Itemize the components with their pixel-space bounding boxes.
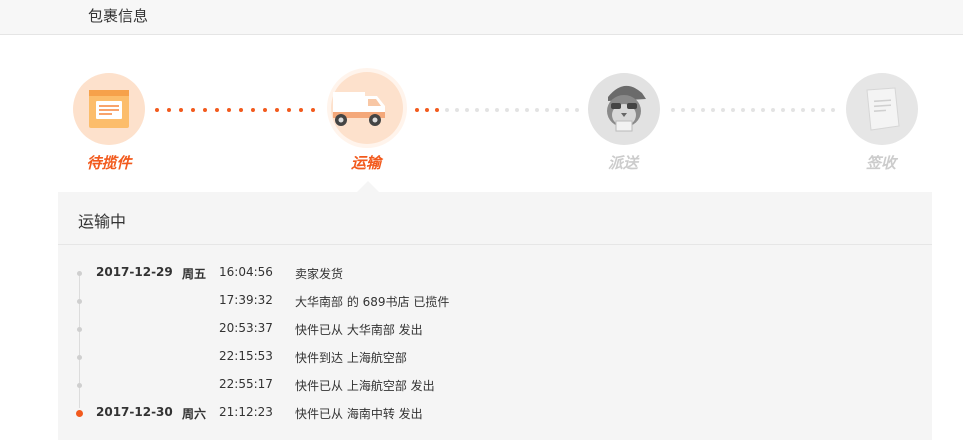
timeline-desc: 快件到达 上海航空部 — [295, 351, 407, 365]
step-label-signed: 签收 — [865, 154, 896, 172]
panel-header: 运输中 — [58, 192, 932, 245]
package-icon — [89, 90, 129, 128]
timeline-row: 22:55:17 快件已从 上海航空部 发出 — [0, 377, 963, 405]
step-signed — [846, 73, 918, 145]
progress-dots-2 — [415, 108, 585, 112]
step-label-delivery: 派送 — [607, 154, 638, 172]
panel-title: 运输中 — [78, 212, 127, 231]
truck-icon — [333, 92, 385, 126]
document-icon — [866, 87, 900, 131]
timeline-dot — [77, 355, 82, 360]
timeline-row: 20:53:37 快件已从 大华南部 发出 — [0, 321, 963, 349]
step-label-pickup: 待揽件 — [86, 154, 132, 172]
progress-dots-1 — [155, 108, 325, 112]
timeline-time: 21:12:23 — [219, 405, 273, 419]
timeline-dot-current — [76, 410, 83, 417]
timeline-weekday: 周六 — [182, 407, 207, 421]
panel-pointer — [357, 181, 379, 192]
package-tracking-page: 包裹信息 待揽件 运输 派送 签收 运输中 2017-12-29 周五 16:0… — [0, 0, 963, 440]
timeline-dot — [77, 271, 82, 276]
step-pending-pickup — [73, 73, 145, 145]
timeline-desc: 快件已从 大华南部 发出 — [295, 323, 423, 337]
timeline-row-current: 2017-12-30 周六 21:12:23 快件已从 海南中转 发出 — [0, 405, 963, 433]
progress-dots-3 — [671, 108, 841, 112]
timeline-row: 22:15:53 快件到达 上海航空部 — [0, 349, 963, 377]
timeline-date: 2017-12-30 — [96, 405, 173, 419]
timeline-time: 22:55:17 — [219, 377, 273, 391]
courier-icon — [607, 85, 646, 132]
timeline-dot — [77, 299, 82, 304]
timeline-row: 17:39:32 大华南部 的 689书店 已揽件 — [0, 293, 963, 321]
timeline-time: 22:15:53 — [219, 349, 273, 363]
timeline-desc: 快件已从 海南中转 发出 — [295, 407, 423, 421]
timeline-row: 2017-12-29 周五 16:04:56 卖家发货 — [0, 265, 963, 293]
header-bar: 包裹信息 — [0, 0, 963, 35]
timeline-desc: 卖家发货 — [295, 267, 344, 281]
timeline-dot — [77, 383, 82, 388]
timeline-weekday: 周五 — [182, 267, 207, 281]
timeline-time: 16:04:56 — [219, 265, 273, 279]
timeline-desc: 大华南部 的 689书店 已揽件 — [295, 295, 450, 309]
timeline-time: 20:53:37 — [219, 321, 273, 335]
step-transport — [331, 72, 403, 144]
timeline-time: 17:39:32 — [219, 293, 273, 307]
step-delivery — [588, 73, 660, 145]
timeline-dot — [77, 327, 82, 332]
timeline-desc: 快件已从 上海航空部 发出 — [295, 379, 435, 393]
timeline-date: 2017-12-29 — [96, 265, 173, 279]
page-title: 包裹信息 — [88, 7, 149, 25]
step-label-transport: 运输 — [350, 154, 381, 172]
